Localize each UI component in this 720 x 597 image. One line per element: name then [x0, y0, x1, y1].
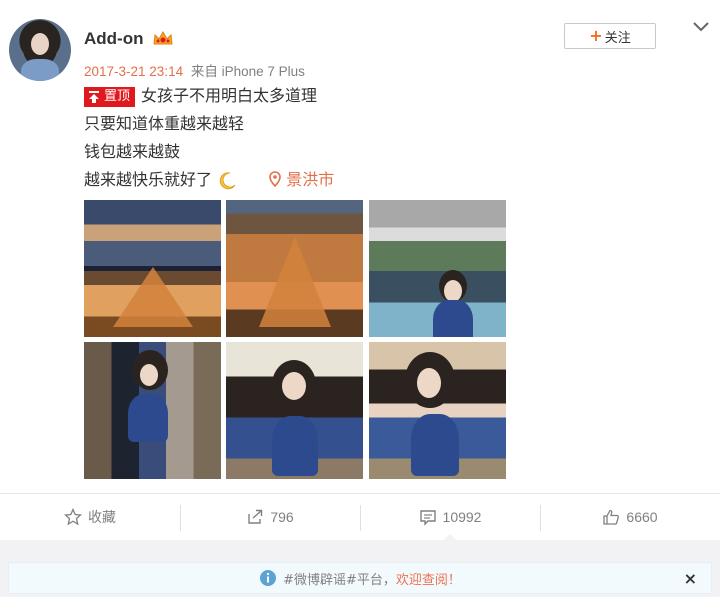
- pin-top-icon: [85, 87, 103, 106]
- comment-count: 10992: [442, 509, 482, 525]
- follow-button[interactable]: + 关注: [564, 23, 656, 49]
- avatar[interactable]: [9, 19, 71, 81]
- post-text-line-3: 钱包越来越鼓: [84, 142, 181, 161]
- follow-label: 关注: [604, 30, 631, 46]
- location-pin-icon: [269, 171, 282, 187]
- post-meta: 2017-3-21 23:14 来自 iPhone 7 Plus: [84, 60, 305, 80]
- location-link[interactable]: 景洪市: [268, 170, 334, 189]
- comment-area: #微博辟谣#平台， 欢迎查阅！ ×: [0, 540, 720, 597]
- location-label: 景洪市: [286, 170, 335, 189]
- post-text-line-2: 只要知道体重越来越轻: [84, 114, 245, 133]
- photo-thumbnail[interactable]: [369, 200, 506, 337]
- post-text: 女孩子不用明白太多道理: [141, 86, 318, 105]
- info-icon: [260, 570, 277, 586]
- weibo-post-card: Add-on 2017-3-21 23:14 来自 iPhone 7 Plus …: [0, 0, 720, 541]
- like-button[interactable]: 6660: [540, 494, 720, 540]
- action-bar: 收藏 796 10992 6660: [0, 493, 720, 541]
- comment-button[interactable]: 10992: [360, 494, 540, 541]
- post-source: 来自 iPhone 7 Plus: [190, 64, 305, 79]
- photo-thumbnail[interactable]: [84, 342, 221, 479]
- post-text-line-4: 越来越快乐就好了 景洪市: [84, 166, 334, 194]
- vip-crown-icon[interactable]: [152, 30, 174, 47]
- repost-count: 796: [270, 509, 294, 525]
- star-icon: [64, 508, 82, 526]
- rumor-notice: #微博辟谣#平台， 欢迎查阅！ ×: [8, 562, 712, 594]
- photo-thumbnail[interactable]: [84, 200, 221, 337]
- crescent-moon-icon: [219, 171, 236, 189]
- pin-label: 置顶: [103, 87, 135, 106]
- post-timestamp[interactable]: 2017-3-21 23:14: [84, 64, 183, 79]
- favorite-button[interactable]: 收藏: [0, 494, 180, 540]
- notice-link[interactable]: 欢迎查阅！: [396, 569, 461, 588]
- comment-icon: [419, 510, 436, 526]
- thumbs-up-icon: [603, 509, 620, 525]
- plus-icon: +: [589, 26, 603, 45]
- repost-button[interactable]: 796: [180, 494, 360, 540]
- chevron-down-icon[interactable]: [692, 20, 710, 34]
- notice-tag-text[interactable]: #微博辟谣#平台，: [283, 569, 396, 588]
- photo-thumbnail[interactable]: [226, 342, 363, 479]
- like-count: 6660: [626, 509, 658, 525]
- photo-thumbnail[interactable]: [226, 200, 363, 337]
- pin-badge: 置顶: [84, 86, 136, 107]
- post-text: 越来越快乐就好了: [84, 170, 213, 189]
- photo-thumbnail[interactable]: [369, 342, 506, 479]
- repost-icon: [248, 509, 263, 524]
- username[interactable]: Add-on: [84, 29, 143, 49]
- close-icon[interactable]: ×: [684, 569, 697, 588]
- favorite-label: 收藏: [88, 509, 116, 525]
- post-text-line-1: 置顶 女孩子不用明白太多道理: [84, 82, 317, 110]
